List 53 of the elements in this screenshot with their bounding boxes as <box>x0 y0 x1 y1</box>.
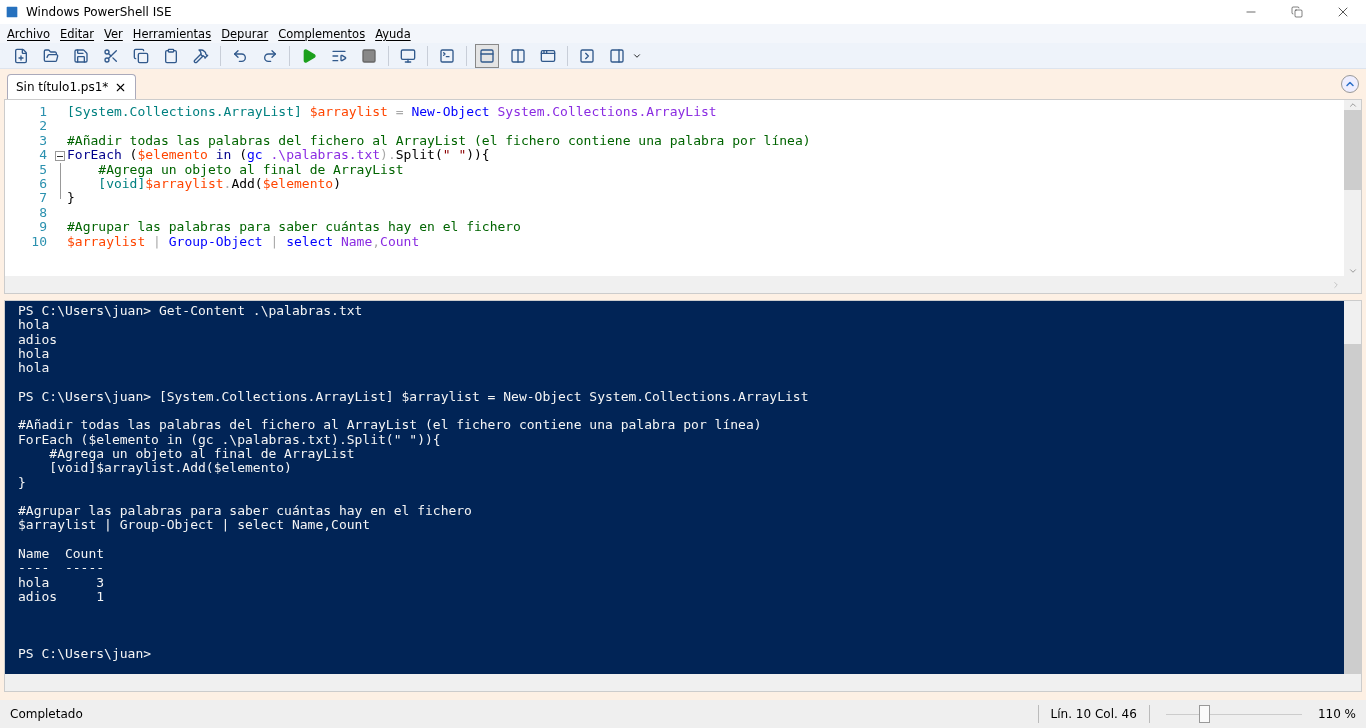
menu-item[interactable]: Ver <box>99 26 128 41</box>
console-line: ForEach ($elemento in (gc .\palabras.txt).Split(" ")){ <box>18 432 442 447</box>
console-line: } <box>18 475 27 490</box>
console-line: PS C:\Users\juan> Get-Content .\palabras.txt <box>18 304 364 319</box>
code-line: [void]$arraylist.Add($elemento) <box>97 176 341 192</box>
line-number: 6 <box>38 176 48 192</box>
line-number: 9 <box>38 220 48 235</box>
line-number: 4 <box>38 148 48 163</box>
horizontal-scrollbar[interactable] <box>5 276 1361 293</box>
menu-item[interactable]: Editar <box>55 26 100 41</box>
console-line: ---- ----- <box>18 561 106 576</box>
status-text: Completado <box>9 707 84 721</box>
script-tab[interactable]: Sin título1.ps1* <box>7 74 137 99</box>
code-line: [System.Collections.ArrayList] $arraylist = New-Object System.Collections.ArrayList <box>67 105 717 120</box>
console-line: hola 3 <box>18 575 106 590</box>
code-line: #Agrupar las palabras para saber cuántas hay en el fichero <box>67 220 521 235</box>
zoom-level: 110 % <box>1317 707 1357 721</box>
line-number: 5 <box>38 162 48 177</box>
console-line: Name Count <box>18 547 106 562</box>
menu-item[interactable]: Complementos <box>273 26 371 41</box>
console-line: hola <box>18 346 51 362</box>
line-number: 2 <box>38 119 48 134</box>
code-line: } <box>67 191 75 206</box>
horizontal-scrollbar[interactable] <box>5 674 1361 691</box>
window-title: Windows PowerShell ISE <box>26 5 173 19</box>
console-line: [void]$arraylist.Add($elemento) <box>48 461 292 476</box>
console-line: adios <box>18 332 59 347</box>
line-number: 1 <box>38 105 48 120</box>
line-number: 10 <box>30 234 48 249</box>
menu-item[interactable]: Ayuda <box>370 26 416 41</box>
menu-item[interactable]: Herramientas <box>127 26 217 41</box>
console-line: #Añadir todas las palabras del fichero al ArrayList (el fichero contiene una palabra por línea) <box>18 418 763 433</box>
console-line: #Agrupar las palabras para saber cuántas hay en el fichero <box>18 504 473 519</box>
restore-icon[interactable] <box>1291 6 1303 18</box>
console-line: PS C:\Users\juan> <box>18 647 153 662</box>
code-line: $arraylist | Group-Object | select Name,Count <box>67 234 420 249</box>
console-line: #Agrega un objeto al final de ArrayList <box>48 446 355 462</box>
cursor-position: Lín. 10 Col. 46 <box>1037 705 1150 723</box>
code-line: #Añadir todas las palabras del fichero al ArrayList (el fichero contiene una palabra por línea) <box>67 133 811 149</box>
code-line: #Agrega un objeto al final de ArrayList <box>97 162 404 177</box>
line-number: 7 <box>38 191 48 206</box>
vertical-scrollbar[interactable] <box>1344 301 1361 674</box>
console-line: PS C:\Users\juan> [System.Collections.ArrayList] $arraylist = New-Object System.Collections.ArrayList <box>18 389 810 405</box>
code-line: ForEach ($elemento in (gc .\palabras.txt).Split(" ")){ <box>67 148 490 163</box>
menu-item[interactable]: Depurar <box>216 26 274 41</box>
console-line: adios 1 <box>18 589 106 605</box>
menu-item[interactable]: Archivo <box>2 26 55 41</box>
console-line: $arraylist | Group-Object | select Name,Count <box>18 518 372 533</box>
console-line: hola <box>18 361 51 376</box>
line-number: 3 <box>38 133 48 149</box>
line-number: 8 <box>38 205 48 221</box>
console-line: hola <box>18 318 50 333</box>
fold-toggle[interactable] <box>55 151 65 162</box>
